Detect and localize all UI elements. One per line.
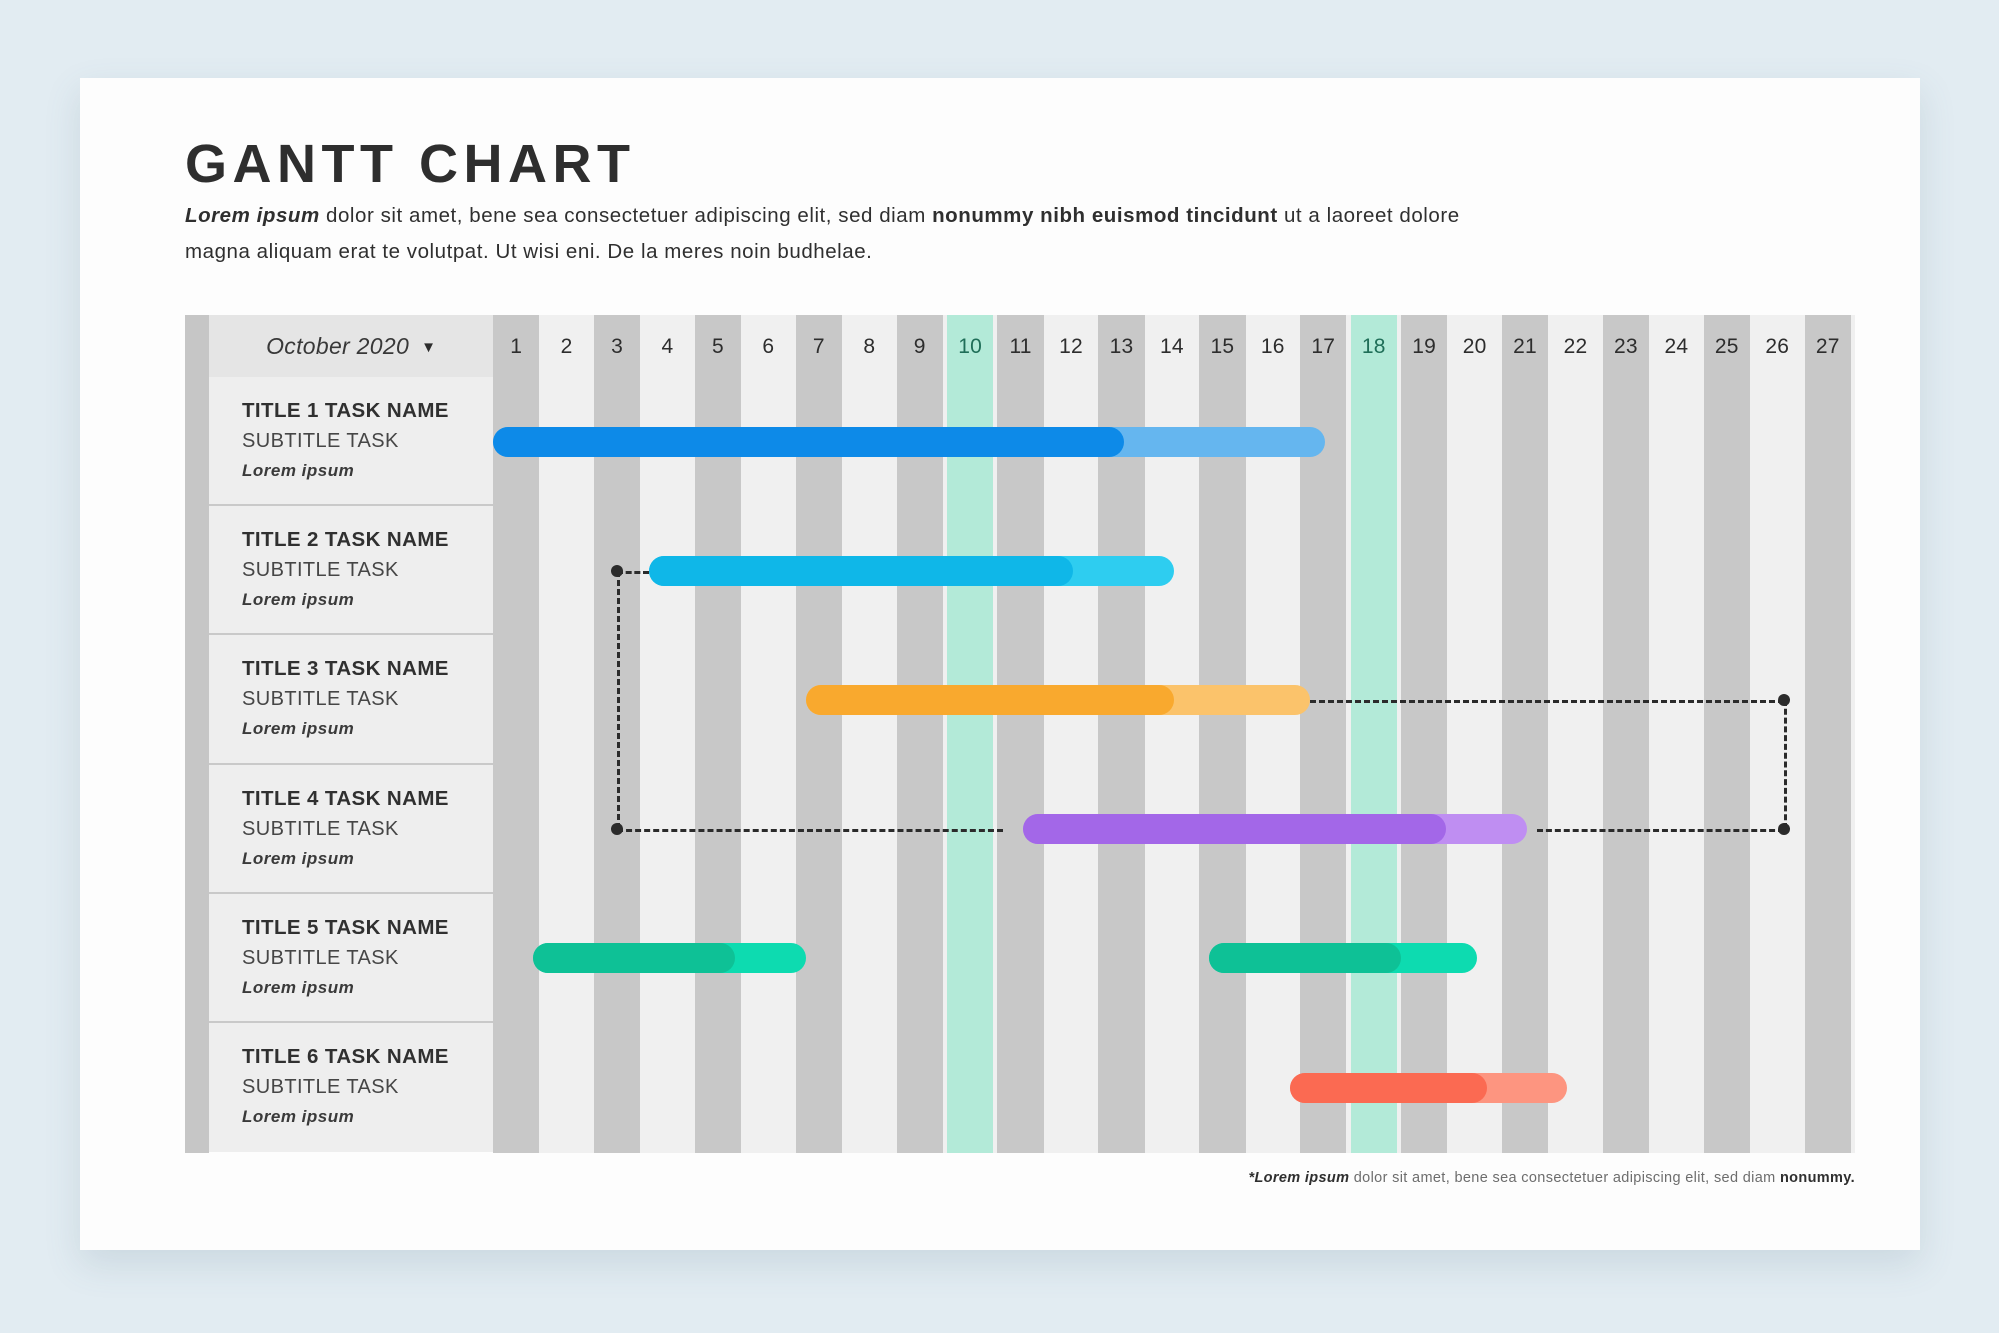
- day-label-10[interactable]: 10: [947, 335, 993, 359]
- day-label-27[interactable]: 27: [1805, 335, 1851, 359]
- task-row-6[interactable]: TITLE 6 TASK NAME SUBTITLE TASK Lorem ipsu…: [209, 1023, 493, 1153]
- day-label-22[interactable]: 22: [1552, 335, 1598, 359]
- day-column-25: [1703, 315, 1750, 1153]
- day-label-20[interactable]: 20: [1451, 335, 1497, 359]
- task-subtitle: SUBTITLE TASK: [242, 1076, 399, 1098]
- day-label-16[interactable]: 16: [1250, 335, 1296, 359]
- gantt-bar-row4-seg1[interactable]: [1022, 814, 1528, 845]
- day-label-1[interactable]: 1: [493, 335, 539, 359]
- task-note: Lorem ipsum: [242, 848, 355, 868]
- gantt-bar-progress: [533, 943, 736, 974]
- day-label-21[interactable]: 21: [1502, 335, 1548, 359]
- day-column-21: [1501, 315, 1549, 1153]
- sidebar-left-strip: [185, 315, 209, 1153]
- month-selector[interactable]: October 2020 ▼: [209, 315, 493, 377]
- gantt-bar-progress: [493, 426, 1124, 457]
- dependency-line-row2-horizontal: [616, 570, 650, 574]
- day-label-13[interactable]: 13: [1098, 335, 1144, 359]
- day-column-24: [1653, 315, 1699, 1153]
- task-note: Lorem ipsum: [242, 461, 355, 480]
- subtitle-lead: Lorem ipsum: [185, 204, 320, 227]
- day-label-12[interactable]: 12: [1048, 335, 1094, 359]
- gantt-bar-row5-seg2[interactable]: [1209, 943, 1477, 974]
- task-subtitle: SUBTITLE TASK: [242, 430, 399, 452]
- day-label-14[interactable]: 14: [1149, 335, 1195, 359]
- task-subtitle: SUBTITLE TASK: [242, 946, 399, 969]
- day-label-19[interactable]: 19: [1401, 335, 1447, 359]
- day-label-3[interactable]: 3: [594, 335, 640, 359]
- dependency-line-left-vertical: [616, 570, 620, 830]
- gantt-bar-row6-seg1[interactable]: [1290, 1072, 1568, 1103]
- task-title: TITLE 6 TASK NAME: [242, 1045, 449, 1068]
- gantt-bar-progress: [1290, 1072, 1487, 1103]
- footnote: *Lorem ipsum dolor sit amet, bene sea co…: [80, 1170, 1855, 1186]
- dependency-line-right-vertical: [1784, 700, 1788, 830]
- task-subtitle: SUBTITLE TASK: [242, 688, 399, 711]
- gantt-bar-progress: [805, 685, 1174, 715]
- gantt-bar-progress: [649, 555, 1074, 586]
- day-label-7[interactable]: 7: [796, 335, 842, 359]
- gantt-bar-row5-seg1[interactable]: [533, 943, 806, 974]
- task-row-4[interactable]: TITLE 4 TASK NAME SUBTITLE TASK Lorem ipsu…: [209, 764, 493, 894]
- subtitle-mid: dolor sit amet, bene sea consectetuer ad…: [319, 204, 933, 227]
- task-title: TITLE 4 TASK NAME: [242, 786, 449, 810]
- day-column-20: [1451, 315, 1497, 1153]
- day-column-18: [1350, 315, 1397, 1153]
- gantt-bar-progress: [1022, 814, 1447, 845]
- day-label-11[interactable]: 11: [997, 335, 1043, 359]
- day-label-25[interactable]: 25: [1704, 335, 1750, 359]
- task-subtitle: SUBTITLE TASK: [242, 817, 399, 840]
- day-label-26[interactable]: 26: [1754, 335, 1800, 359]
- day-column-22: [1552, 315, 1598, 1153]
- day-label-9[interactable]: 9: [897, 335, 943, 359]
- day-column-27: [1804, 315, 1851, 1153]
- task-row-2[interactable]: TITLE 2 TASK NAME SUBTITLE TASK Lorem ipsu…: [209, 506, 493, 636]
- day-column-19: [1401, 315, 1448, 1153]
- task-row-5[interactable]: TITLE 5 TASK NAME SUBTITLE TASK Lorem ipsu…: [209, 893, 493, 1023]
- task-note: Lorem ipsum: [242, 719, 355, 739]
- chevron-down-icon[interactable]: ▼: [421, 340, 436, 355]
- timeline-grid: 1 2 3 4 5 6 7 8 9 10 11 12 13 14 15 16 17 18 19 20 21 22 23 24 2…: [493, 315, 1855, 1153]
- task-note: Lorem ipsum: [242, 977, 355, 997]
- task-title: TITLE 5 TASK NAME: [242, 915, 449, 939]
- dependency-line-row4-right-horizontal: [1537, 829, 1785, 833]
- day-label-8[interactable]: 8: [846, 335, 892, 359]
- gantt-bar-progress: [1209, 943, 1401, 974]
- task-row-1[interactable]: TITLE 1 TASK NAME SUBTITLE TASK Lorem ipsu…: [209, 377, 493, 507]
- page-title: GANTT CHART: [185, 134, 636, 194]
- day-column-23: [1602, 315, 1650, 1153]
- gantt-bar-row2-seg1[interactable]: [649, 555, 1174, 586]
- day-label-23[interactable]: 23: [1603, 335, 1649, 359]
- gantt-bar-row1-seg1[interactable]: [493, 426, 1326, 457]
- gantt-bar-row3-seg1[interactable]: [805, 685, 1311, 715]
- task-row-3[interactable]: TITLE 3 TASK NAME SUBTITLE TASK Lorem ipsu…: [209, 635, 493, 765]
- task-subtitle: SUBTITLE TASK: [242, 559, 399, 582]
- day-label-24[interactable]: 24: [1653, 335, 1699, 359]
- day-label-18[interactable]: 18: [1351, 335, 1397, 359]
- day-label-2[interactable]: 2: [543, 335, 589, 359]
- task-note: Lorem ipsum: [242, 590, 355, 610]
- footnote-lead: Lorem ipsum: [1254, 1170, 1350, 1186]
- gantt-chart: October 2020 ▼ TITLE 1 TASK NAME SUBTITLE…: [185, 315, 1855, 1153]
- footnote-mid: dolor sit amet, bene sea consectetuer ad…: [1349, 1170, 1780, 1186]
- page-subtitle: Lorem ipsum dolor sit amet, bene sea con…: [185, 198, 1485, 270]
- task-title: TITLE 2 TASK NAME: [242, 528, 449, 552]
- task-title: TITLE 1 TASK NAME: [242, 399, 449, 422]
- dependency-line-row3-horizontal: [1310, 700, 1785, 703]
- day-column-26: [1754, 315, 1800, 1153]
- day-label-4[interactable]: 4: [644, 335, 690, 359]
- dependency-line-row4-horizontal: [616, 829, 1003, 833]
- day-label-6[interactable]: 6: [745, 335, 791, 359]
- task-sidebar: October 2020 ▼ TITLE 1 TASK NAME SUBTITLE…: [209, 315, 493, 1153]
- day-label-15[interactable]: 15: [1199, 335, 1245, 359]
- day-label-17[interactable]: 17: [1300, 335, 1346, 359]
- footnote-bold: nonummy.: [1779, 1170, 1855, 1186]
- month-label: October 2020: [266, 332, 410, 359]
- task-title: TITLE 3 TASK NAME: [242, 657, 449, 681]
- subtitle-bold: nonummy nibh euismod tincidunt: [932, 204, 1278, 227]
- slide-card: GANTT CHART Lorem ipsum dolor sit amet, …: [80, 78, 1920, 1250]
- task-note: Lorem ipsum: [242, 1107, 355, 1126]
- day-label-5[interactable]: 5: [695, 335, 741, 359]
